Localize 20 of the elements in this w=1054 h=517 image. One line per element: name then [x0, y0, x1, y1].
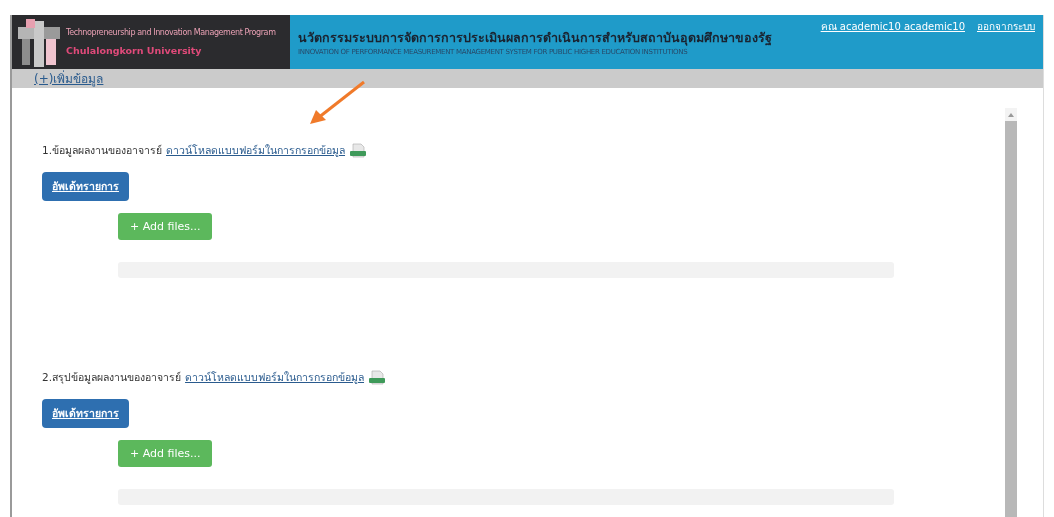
- add-files-button[interactable]: + Add files...: [118, 213, 213, 240]
- section-title: 2.สรุปข้อมูลผลงานของอาจารย์: [42, 369, 182, 386]
- download-form-link[interactable]: ดาวน์โหลดแบบฟอร์มในการกรอกข้อมูล: [185, 368, 365, 386]
- csv-file-icon[interactable]: [368, 369, 387, 385]
- csv-file-icon[interactable]: [349, 142, 368, 158]
- add-data-link[interactable]: (+)เพิ่มข้อมูล: [34, 69, 104, 88]
- update-button[interactable]: อัพเด้ทรายการ: [42, 172, 129, 201]
- add-files-button[interactable]: + Add files...: [118, 440, 213, 467]
- logo-icon: [16, 17, 62, 67]
- university-name: Chulalongkorn University: [66, 45, 203, 56]
- section-title: 1.ข้อมูลผลงานของอาจารย์: [42, 142, 163, 159]
- logout-link[interactable]: ออกจากระบบ: [977, 19, 1035, 34]
- update-button[interactable]: อัพเด้ทรายการ: [42, 399, 129, 428]
- program-name: Technopreneurship and Innovation Management Program: [66, 28, 276, 37]
- system-title: นวัตกรรมระบบการจัดการการประเมินผลการดำเนินการสำหรับสถาบันอุดมศึกษาของรัฐ: [298, 29, 773, 48]
- download-form-link[interactable]: ดาวน์โหลดแบบฟอร์มในการกรอกข้อมูล: [166, 141, 346, 159]
- annotation-arrow: [308, 80, 368, 126]
- scroll-up-icon[interactable]: [1008, 112, 1014, 117]
- user-link[interactable]: คณ academic10 academic10: [820, 19, 965, 34]
- scrollbar[interactable]: [1005, 108, 1017, 517]
